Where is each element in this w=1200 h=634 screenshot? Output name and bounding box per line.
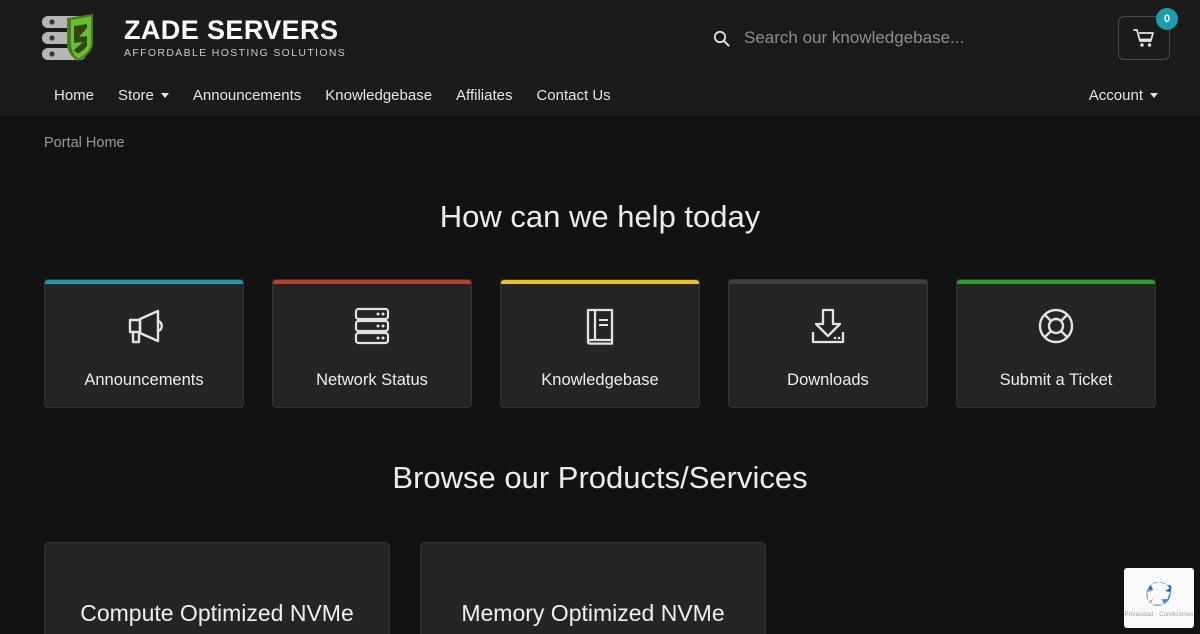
help-card-submit-a-ticket[interactable]: Submit a Ticket xyxy=(956,279,1156,408)
recaptcha-terms-text[interactable]: Privacidad - Condiciones xyxy=(1125,612,1194,618)
card-accent-bar xyxy=(501,280,699,284)
help-card-announcements[interactable]: Announcements xyxy=(44,279,244,408)
browse-section-title: Browse our Products/Services xyxy=(392,460,808,495)
chevron-down-icon xyxy=(1150,93,1158,98)
header-right: 0 xyxy=(713,8,1178,60)
help-section-title: How can we help today xyxy=(439,199,761,234)
nav-item-affiliates[interactable]: Affiliates xyxy=(444,81,524,110)
product-name: Compute Optimized NVMe KVM VPS xyxy=(80,600,354,634)
help-card-knowledgebase[interactable]: Knowledgebase xyxy=(500,279,700,408)
cart-count-badge: 0 xyxy=(1156,8,1178,30)
brand-tagline: AFFORDABLE HOSTING SOLUTIONS xyxy=(124,46,347,59)
help-card-label: Announcements xyxy=(84,370,204,389)
product-cards-row: Compute Optimized NVMe KVM VPS Memory Op… xyxy=(0,542,1200,634)
product-name: Memory Optimized NVMe KVM VPS xyxy=(461,600,725,634)
recaptcha-logo-icon xyxy=(1143,578,1175,610)
help-card-label: Network Status xyxy=(316,370,428,389)
search-box[interactable] xyxy=(713,28,1044,48)
product-card-memory-optimized[interactable]: Memory Optimized NVMe KVM VPS xyxy=(420,542,766,634)
card-accent-bar xyxy=(729,280,927,284)
brand-text: ZADE SERVERS AFFORDABLE HOSTING SOLUTION… xyxy=(124,17,346,59)
brand-name: ZADE SERVERS xyxy=(124,15,339,46)
nav-item-label: Account xyxy=(1088,87,1143,104)
nav-right: Account xyxy=(1079,81,1170,110)
card-accent-bar xyxy=(45,280,243,284)
help-card-label: Knowledgebase xyxy=(541,370,659,389)
help-cards-row: Announcements Network Status Knowledgeba… xyxy=(0,279,1200,408)
shield-server-logo-icon xyxy=(40,13,114,63)
search-input[interactable] xyxy=(744,28,1044,48)
nav-item-account[interactable]: Account xyxy=(1079,81,1170,110)
product-card-compute-optimized[interactable]: Compute Optimized NVMe KVM VPS xyxy=(44,542,390,634)
breadcrumb: Portal Home xyxy=(0,116,1200,152)
nav-item-store[interactable]: Store xyxy=(106,81,181,110)
recaptcha-badge[interactable]: Privacidad - Condiciones xyxy=(1124,568,1194,628)
breadcrumb-item-portal-home[interactable]: Portal Home xyxy=(44,135,125,151)
main-navigation: Home Store Announcements Knowledgebase A… xyxy=(0,76,1200,116)
help-card-label: Submit a Ticket xyxy=(999,370,1113,389)
nav-item-label: Contact Us xyxy=(536,87,611,104)
download-tray-icon xyxy=(804,304,852,353)
search-icon[interactable] xyxy=(713,30,730,47)
nav-items: Home Store Announcements Knowledgebase A… xyxy=(44,81,623,110)
nav-item-announcements[interactable]: Announcements xyxy=(181,81,313,110)
nav-item-label: Announcements xyxy=(192,87,302,104)
site-logo[interactable]: ZADE SERVERS AFFORDABLE HOSTING SOLUTION… xyxy=(40,13,346,63)
cart-button[interactable]: 0 xyxy=(1118,8,1178,60)
nav-item-contact-us[interactable]: Contact Us xyxy=(524,81,622,110)
life-ring-icon xyxy=(1033,304,1079,353)
card-accent-bar xyxy=(957,280,1155,284)
page-root: ZADE SERVERS AFFORDABLE HOSTING SOLUTION… xyxy=(0,0,1200,634)
help-card-downloads[interactable]: Downloads xyxy=(728,279,928,408)
nav-item-knowledgebase[interactable]: Knowledgebase xyxy=(313,81,444,110)
nav-item-label: Home xyxy=(54,87,95,104)
help-card-network-status[interactable]: Network Status xyxy=(272,279,472,408)
server-rack-icon xyxy=(349,304,395,353)
help-card-label: Downloads xyxy=(787,370,869,389)
megaphone-icon xyxy=(118,304,170,353)
nav-item-label: Knowledgebase xyxy=(325,87,433,104)
nav-item-label: Affiliates xyxy=(456,87,513,104)
book-icon xyxy=(578,304,622,353)
card-accent-bar xyxy=(273,280,471,284)
shopping-cart-icon xyxy=(1133,28,1155,48)
chevron-down-icon xyxy=(160,93,169,98)
site-header: ZADE SERVERS AFFORDABLE HOSTING SOLUTION… xyxy=(0,0,1200,76)
nav-item-home[interactable]: Home xyxy=(44,81,106,110)
nav-item-label: Store xyxy=(118,87,154,104)
